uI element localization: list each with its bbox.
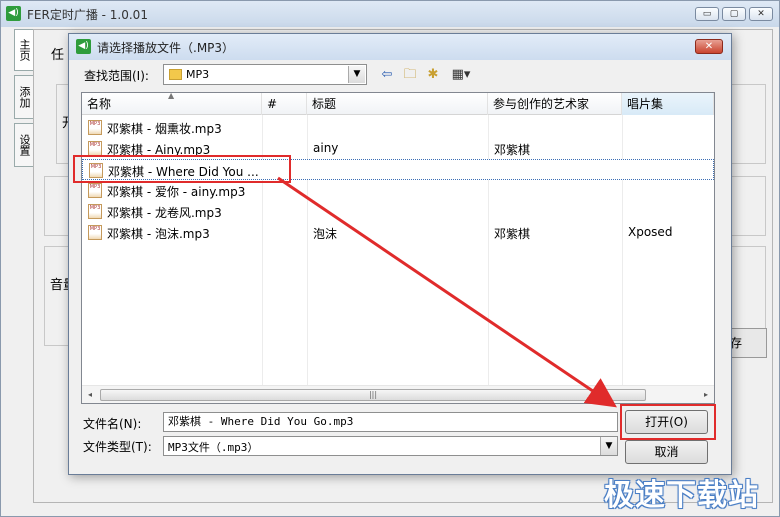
file-artist-cell: 邓紫棋 bbox=[494, 227, 531, 241]
filename-label: 文件名(N): bbox=[83, 417, 142, 431]
file-name-cell: 邓紫棋 - 龙卷风.mp3 bbox=[107, 206, 222, 220]
filename-input[interactable]: 邓紫棋 - Where Did You Go.mp3 bbox=[163, 412, 618, 432]
cancel-button[interactable]: 取消 bbox=[625, 440, 708, 464]
filetype-label: 文件类型(T): bbox=[83, 440, 152, 454]
chevron-down-icon[interactable]: ▼ bbox=[600, 437, 617, 455]
file-list[interactable]: 名称 ▲ # 标题 参与创作的艺术家 唱片集 MP3 邓紫棋 - 烟熏妆.mp3 M… bbox=[81, 91, 715, 404]
column-header-album[interactable]: 唱片集 bbox=[622, 93, 714, 115]
column-header-title[interactable]: 标题 bbox=[307, 93, 488, 115]
dialog-close-button[interactable]: ✕ bbox=[695, 39, 723, 54]
column-header-artist[interactable]: 参与创作的艺术家 bbox=[488, 93, 622, 115]
file-title-cell: 泡沫 bbox=[313, 227, 338, 241]
dialog-speaker-icon: ◀) bbox=[76, 39, 91, 54]
file-name-cell: 邓紫棋 - 爱你 - ainy.mp3 bbox=[107, 185, 246, 199]
scroll-thumb[interactable]: ||| bbox=[100, 389, 646, 401]
app-speaker-icon: ◀) bbox=[6, 6, 21, 21]
mp3-file-icon: MP3 bbox=[88, 141, 102, 156]
main-titlebar: ◀) FER定时广播 - 1.0.01 ▭ ▢ ✕ bbox=[1, 1, 779, 27]
task-label: 任 bbox=[51, 48, 65, 63]
view-menu-icon[interactable]: ▦▾ bbox=[447, 66, 475, 84]
horizontal-scrollbar[interactable]: ◂ ||| ▸ bbox=[82, 385, 714, 403]
sort-arrow-icon: ▲ bbox=[168, 91, 175, 100]
filetype-dropdown[interactable]: MP3文件（.mp3） ▼ bbox=[163, 436, 618, 456]
new-folder-icon[interactable]: ✱ bbox=[423, 66, 443, 84]
up-folder-icon[interactable]: 🗀 bbox=[400, 66, 420, 84]
lookin-label: 查找范围(I): bbox=[84, 69, 149, 83]
close-button[interactable]: ✕ bbox=[749, 7, 773, 21]
lookin-value: MP3 bbox=[186, 68, 210, 81]
mp3-file-icon: MP3 bbox=[88, 204, 102, 219]
file-row[interactable]: MP3 邓紫棋 - 龙卷风.mp3 bbox=[82, 201, 714, 222]
file-row[interactable]: MP3 邓紫棋 - 爱你 - ainy.mp3 bbox=[82, 180, 714, 201]
scroll-right-icon[interactable]: ▸ bbox=[700, 389, 712, 401]
tab-settings[interactable]: 设置 bbox=[14, 123, 33, 167]
file-row[interactable]: MP3 邓紫棋 - 泡沫.mp3 泡沫 邓紫棋 Xposed bbox=[82, 222, 714, 243]
mp3-file-icon: MP3 bbox=[88, 183, 102, 198]
mp3-file-icon: MP3 bbox=[88, 225, 102, 240]
filetype-value: MP3文件（.mp3） bbox=[168, 441, 259, 454]
file-title-cell: ainy bbox=[313, 141, 339, 155]
tab-home[interactable]: 主页 bbox=[14, 29, 33, 71]
file-album-cell: Xposed bbox=[628, 225, 673, 239]
dialog-title: 请选择播放文件（.MP3） bbox=[97, 41, 235, 55]
tab-add[interactable]: 添加 bbox=[14, 75, 33, 119]
back-icon[interactable]: ⇦ bbox=[377, 66, 397, 84]
dialog-titlebar: ◀) 请选择播放文件（.MP3） ✕ bbox=[69, 34, 731, 60]
highlight-box-selected-file bbox=[73, 155, 291, 183]
file-artist-cell: 邓紫棋 bbox=[494, 143, 531, 157]
scroll-left-icon[interactable]: ◂ bbox=[84, 389, 96, 401]
file-name-cell: 邓紫棋 - 泡沫.mp3 bbox=[107, 227, 210, 241]
list-header: 名称 ▲ # 标题 参与创作的艺术家 唱片集 bbox=[82, 91, 714, 115]
maximize-button[interactable]: ▢ bbox=[722, 7, 746, 21]
mp3-file-icon: MP3 bbox=[88, 120, 102, 135]
chevron-down-icon[interactable]: ▼ bbox=[348, 66, 365, 83]
app-title: FER定时广播 - 1.0.01 bbox=[27, 8, 148, 22]
watermark-logo: 极速下载站 bbox=[604, 478, 759, 513]
file-name-cell: 邓紫棋 - 烟熏妆.mp3 bbox=[107, 122, 222, 136]
highlight-box-open-button bbox=[620, 404, 716, 440]
folder-icon bbox=[169, 69, 182, 80]
minimize-button[interactable]: ▭ bbox=[695, 7, 719, 21]
lookin-dropdown[interactable]: MP3 ▼ bbox=[163, 64, 367, 85]
column-header-number[interactable]: # bbox=[262, 93, 307, 115]
file-row[interactable]: MP3 邓紫棋 - 烟熏妆.mp3 bbox=[82, 117, 714, 138]
